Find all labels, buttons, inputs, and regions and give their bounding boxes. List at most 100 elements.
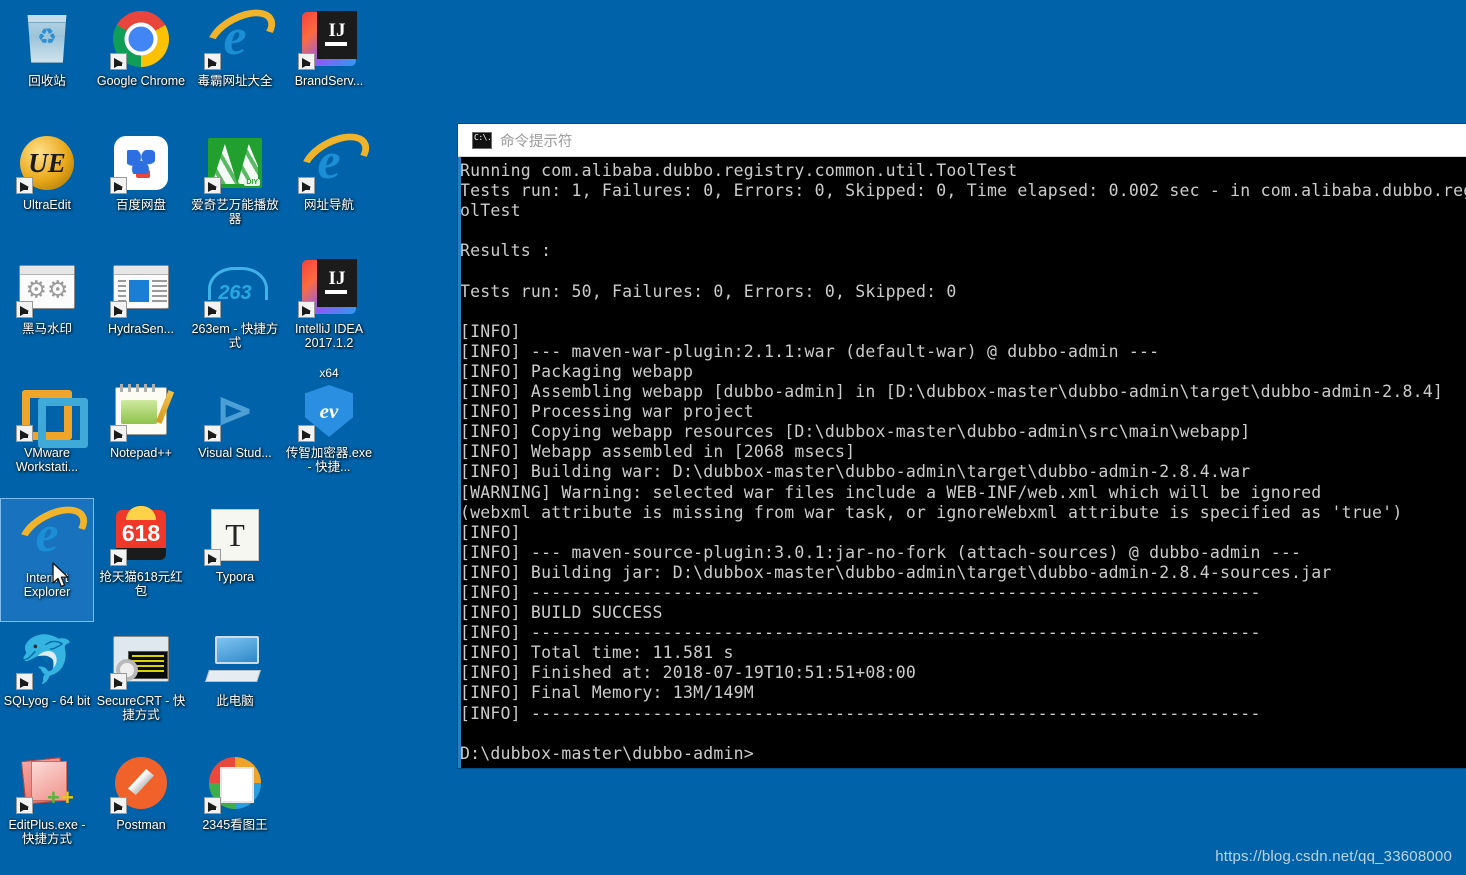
console-title: 命令提示符 xyxy=(500,133,573,150)
console-line: [INFO] ---------------------------------… xyxy=(460,582,1261,602)
console-line: [INFO] Webapp assembled in [2068 msecs] xyxy=(460,442,856,462)
console-line: olTest xyxy=(460,201,521,221)
desktop-icon-chrome[interactable]: Google Chrome xyxy=(94,2,188,126)
desktop-icon-label: SecureCRT - 快捷方式 xyxy=(96,694,186,722)
heima-watermark-icon: ⚙⚙ xyxy=(16,256,78,318)
console-line: [INFO] ---------------------------------… xyxy=(460,703,1261,723)
console-line: [INFO] Building war: D:\dubbox-master\du… xyxy=(460,462,1251,482)
console-line: [INFO] --- maven-source-plugin:3.0.1:jar… xyxy=(460,542,1302,562)
desktop-icon-postman[interactable]: Postman xyxy=(94,746,188,870)
console-line: Results : xyxy=(460,241,552,261)
desktop-icon-empty xyxy=(282,622,376,746)
desktop-icon-label: EditPlus.exe - 快捷方式 xyxy=(8,818,86,846)
desktop-icon-tmall-618[interactable]: 618 抢天猫618元红包 xyxy=(94,498,188,622)
desktop-icon-iqiyi-player[interactable]: DIY 爱奇艺万能播放器 xyxy=(188,126,282,250)
ultraedit-icon: UE xyxy=(16,132,78,194)
desktop-icon-this-pc[interactable]: 此电脑 xyxy=(188,622,282,746)
shortcut-arrow-icon xyxy=(110,425,127,442)
desktop-icon-securecrt[interactable]: SecureCRT - 快捷方式 xyxy=(94,622,188,746)
desktop-icon-label: VMware Workstati... xyxy=(15,446,79,474)
baidu-netdisk-icon xyxy=(110,132,172,194)
console-output-area[interactable]: Running com.alibaba.dubbo.registry.commo… xyxy=(458,157,1466,768)
intellij-idea-icon xyxy=(298,8,360,70)
desktop-icon-label: BrandServ... xyxy=(294,74,364,88)
desktop-icon-label: 黑马水印 xyxy=(21,322,72,336)
desktop-icon-notepad-plus-plus[interactable]: Notepad++ xyxy=(94,374,188,498)
console-line: [WARNING] Warning: selected war files in… xyxy=(460,482,1322,502)
tmall-618-icon: 618 xyxy=(110,504,172,566)
desktop-icon-label: Typora xyxy=(215,570,255,584)
desktop-icon-2345-image-viewer[interactable]: 2345看图王 xyxy=(188,746,282,870)
shortcut-arrow-icon xyxy=(204,425,221,442)
recycle-bin-icon: ♻ xyxy=(16,8,78,70)
desktop-icon-ultraedit[interactable]: UE UltraEdit xyxy=(0,126,94,250)
console-titlebar[interactable]: 命令提示符 xyxy=(458,124,1466,157)
console-left-accent xyxy=(458,157,461,768)
console-line: Running com.alibaba.dubbo.registry.commo… xyxy=(460,161,1018,180)
console-line: Tests run: 50, Failures: 0, Errors: 0, S… xyxy=(460,281,957,301)
desktop-icon-sqlyog[interactable]: 🐬 SQLyog - 64 bit xyxy=(0,622,94,746)
shortcut-arrow-icon xyxy=(16,177,33,194)
shortcut-arrow-icon xyxy=(204,53,221,70)
desktop-icon-label: 抢天猫618元红包 xyxy=(99,570,183,598)
console-line: [INFO] ---------------------------------… xyxy=(460,623,1261,643)
desktop-icon-empty xyxy=(282,498,376,622)
desktop-icon-heima-watermark[interactable]: ⚙⚙ 黑马水印 xyxy=(0,250,94,374)
desktop-icon-label: 百度网盘 xyxy=(115,198,166,212)
desktop-icon-editplus[interactable]: + + EditPlus.exe - 快捷方式 xyxy=(0,746,94,870)
desktop-icon-label: Postman xyxy=(116,818,166,832)
shortcut-arrow-icon xyxy=(110,797,127,814)
intellij-idea-icon xyxy=(298,256,360,318)
shortcut-arrow-icon xyxy=(110,53,127,70)
typora-icon: T xyxy=(204,504,266,566)
console-line: [INFO] Total time: 11.581 s xyxy=(460,643,734,663)
desktop-icon-recycle-bin[interactable]: ♻ 回收站 xyxy=(0,2,94,126)
desktop-icon-grid: ♻ 回收站 Google Chrome e 毒霸网址大全 BrandServ... UE Ul… xyxy=(0,0,380,870)
console-line: [INFO] Processing war project xyxy=(460,402,754,422)
desktop-icon-intellij-idea[interactable]: IntelliJ IDEA 2017.1.2 xyxy=(282,250,376,374)
cmd-icon xyxy=(472,131,492,149)
visual-studio-icon: ⊳ xyxy=(204,380,266,442)
desktop-icon-intellij-idea[interactable]: BrandServ... xyxy=(282,2,376,126)
desktop-icon-label: 爱奇艺万能播放器 xyxy=(191,198,279,226)
console-line: Tests run: 1, Failures: 0, Errors: 0, Sk… xyxy=(460,181,1466,201)
263-cloud-icon: 263 xyxy=(204,256,268,318)
hydrasense-icon xyxy=(110,256,172,318)
desktop-icon-label: 毒霸网址大全 xyxy=(197,74,273,88)
desktop-icon-baidu-netdisk[interactable]: 百度网盘 xyxy=(94,126,188,250)
shortcut-arrow-icon xyxy=(110,301,127,318)
desktop-icon-label: Notepad++ xyxy=(110,446,172,460)
desktop-icon-263-cloud[interactable]: 263 263em - 快捷方式 xyxy=(188,250,282,374)
desktop-icon-hydrasense[interactable]: HydraSen... xyxy=(94,250,188,374)
sqlyog-icon: 🐬 xyxy=(16,628,78,690)
console-line: [INFO] Finished at: 2018-07-19T10:51:51+… xyxy=(460,663,917,683)
console-line: [INFO] Building jar: D:\dubbox-master\du… xyxy=(460,562,1332,582)
shortcut-arrow-icon xyxy=(298,425,315,442)
command-prompt-window[interactable]: 命令提示符 Running com.alibaba.dubbo.registry… xyxy=(458,124,1466,768)
console-line: [INFO] xyxy=(460,321,521,341)
shortcut-arrow-icon xyxy=(16,301,33,318)
shortcut-arrow-icon xyxy=(110,549,127,566)
desktop-icon-label: UltraEdit xyxy=(23,198,71,212)
desktop-icon-shield-encryptor[interactable]: ev x64 传智加密器.exe - 快捷... xyxy=(282,366,376,498)
shortcut-arrow-icon xyxy=(298,301,315,318)
desktop-icon-internet-explorer[interactable]: e 毒霸网址大全 xyxy=(188,2,282,126)
shortcut-arrow-icon xyxy=(110,673,127,690)
desktop-icon-visual-studio[interactable]: ⊳ Visual Stud... xyxy=(188,374,282,498)
desktop-icon-internet-explorer[interactable]: e Internet Explorer xyxy=(0,498,94,622)
console-line: [INFO] BUILD SUCCESS xyxy=(460,603,663,623)
desktop-icon-internet-explorer[interactable]: e 网址导航 xyxy=(282,126,376,250)
desktop-icon-label: 传智加密器.exe - 快捷... xyxy=(285,446,373,474)
desktop-icon-typora[interactable]: T Typora xyxy=(188,498,282,622)
shortcut-arrow-icon xyxy=(204,177,221,194)
desktop-icon-vmware-workstation[interactable]: VMware Workstati... xyxy=(0,374,94,498)
internet-explorer-icon: e xyxy=(298,132,360,194)
chrome-icon xyxy=(110,8,172,70)
desktop-icon-label: SQLyog - 64 bit xyxy=(3,694,91,708)
desktop[interactable]: ♻ 回收站 Google Chrome e 毒霸网址大全 BrandServ... UE Ul… xyxy=(0,0,1466,875)
desktop-icon-label: 2345看图王 xyxy=(202,818,268,832)
